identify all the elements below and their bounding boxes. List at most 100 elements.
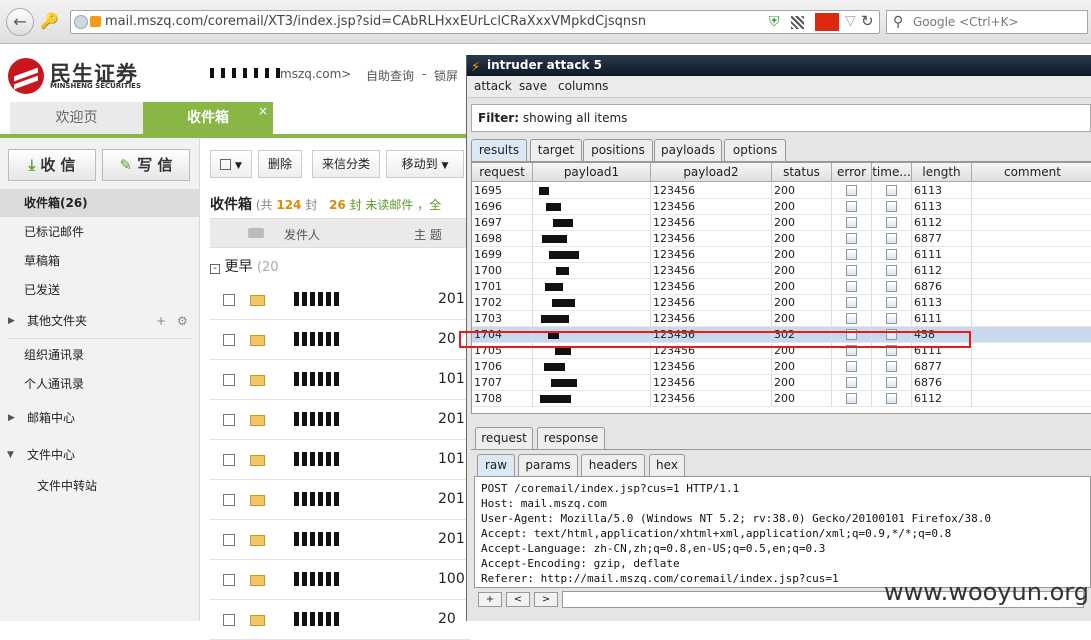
table-row[interactable]: 1707 123456 200 6876 [472,375,1091,391]
tab-hex[interactable]: hex [649,454,685,476]
china-flag-icon[interactable] [815,13,839,31]
table-row[interactable]: 1701 123456 200 6876 [472,279,1091,295]
tab-request[interactable]: request [475,427,533,449]
lock-screen-link[interactable]: 锁屏 [434,67,458,84]
previous-button[interactable]: < [506,592,530,607]
delete-button[interactable]: 删除 [258,150,302,178]
sidebar-item-org-contacts[interactable]: 组织通讯录 [0,341,200,369]
tab-response[interactable]: response [537,427,605,449]
row-checkbox[interactable] [223,374,235,386]
sidebar-item-flagged[interactable]: 已标记邮件 [0,218,200,246]
raw-request-text[interactable]: POST /coremail/index.jsp?cus=1 HTTP/1.1 H… [474,476,1091,588]
next-button[interactable]: > [534,592,558,607]
table-row[interactable]: 1704 123456 302 458 [472,327,1091,343]
sidebar-item-file-center[interactable]: ▼ 文件中心 [0,441,200,469]
tab-welcome[interactable]: 欢迎页 [10,102,143,135]
table-row[interactable]: 1703 123456 200 6111 [472,311,1091,327]
row-checkbox[interactable] [223,534,235,546]
timeout-checkbox [886,217,897,228]
list-item[interactable]: 20 [210,320,470,360]
table-row[interactable]: 1696 123456 200 6113 [472,199,1091,215]
row-checkbox[interactable] [223,334,235,346]
menu-attack[interactable]: attack [474,79,512,93]
tab-payloads[interactable]: payloads [654,139,722,161]
back-button[interactable]: ← [6,8,34,36]
self-service-link[interactable]: 自助查询 [366,67,414,84]
move-to-button[interactable]: 移动到 ▼ [386,150,464,178]
bookmark-star-icon[interactable]: ▽ [845,13,856,29]
table-row[interactable]: 1706 123456 200 6877 [472,359,1091,375]
table-row[interactable]: 1705 123456 200 6111 [472,343,1091,359]
tab-raw[interactable]: raw [477,454,515,476]
menu-columns[interactable]: columns [558,79,608,93]
col-header-payload1[interactable]: payload1 [533,163,651,182]
tab-headers[interactable]: headers [581,454,645,476]
sidebar-item-file-transfer[interactable]: 文件中转站 [0,472,200,500]
table-row[interactable]: 1708 123456 200 6112 [472,391,1091,407]
table-row[interactable]: 1702 123456 200 6113 [472,295,1091,311]
list-item[interactable]: 20 [210,600,470,640]
list-item[interactable]: 201 [210,400,470,440]
tab-target[interactable]: target [530,139,582,161]
tab-positions[interactable]: positions [583,139,653,161]
tab-inbox[interactable]: 收件箱 [143,102,273,135]
select-checkbox[interactable] [220,159,232,170]
list-item[interactable]: 201 [210,480,470,520]
select-all-dropdown[interactable]: ▼ [210,150,252,178]
table-row[interactable]: 1699 123456 200 6111 [472,247,1091,263]
reload-icon[interactable]: ↻ [861,12,874,30]
tab-params[interactable]: params [518,454,578,476]
filter-bar[interactable]: Filter: showing all items [471,104,1091,132]
row-checkbox[interactable] [223,494,235,506]
sidebar-item-sent[interactable]: 已发送 [0,276,200,304]
list-item[interactable]: 100 [210,560,470,600]
compose-button[interactable]: ✎ 写 信 [102,149,190,181]
all-link[interactable]: ，全 [417,198,441,212]
menu-save[interactable]: save [519,79,547,93]
table-row[interactable]: 1698 123456 200 6877 [472,231,1091,247]
add-button[interactable]: + [478,592,502,607]
tab-results[interactable]: results [471,139,527,161]
column-sender[interactable]: 发件人 [284,226,320,243]
sidebar-item-personal-contacts[interactable]: 个人通讯录 [0,370,200,398]
payload-redacted [555,347,571,355]
sidebar-item-inbox[interactable]: 收件箱(26) [0,189,200,217]
chevron-down-icon: ▼ [441,161,449,171]
col-header-error[interactable]: error [832,163,872,182]
sidebar-item-drafts[interactable]: 草稿箱 [0,247,200,275]
table-row[interactable]: 1695 123456 200 6113 [472,183,1091,199]
row-checkbox[interactable] [223,574,235,586]
column-subject[interactable]: 主 题 [414,226,442,243]
group-header[interactable]: - 更早 (20 [210,256,279,276]
cell-status: 200 [772,343,832,359]
list-item[interactable]: 101 [210,360,470,400]
table-row[interactable]: 1700 123456 200 6112 [472,263,1091,279]
list-item[interactable]: 201 [210,520,470,560]
table-row[interactable]: 1697 123456 200 6112 [472,215,1091,231]
row-checkbox[interactable] [223,454,235,466]
gear-icon[interactable]: ⚙ [177,307,188,335]
col-header-status[interactable]: status [772,163,832,182]
tab-options[interactable]: options [724,139,786,161]
col-header-payload2[interactable]: payload2 [651,163,772,182]
col-header-length[interactable]: length [912,163,972,182]
add-folder-icon[interactable]: + [156,307,166,335]
col-header-request[interactable]: request [472,163,533,182]
list-item[interactable]: 101 [210,440,470,480]
close-tab-icon[interactable]: × [258,104,268,118]
row-checkbox[interactable] [223,614,235,626]
list-item[interactable]: 201 [210,280,470,320]
address-bar[interactable]: mail.mszq.com/coremail/XT3/index.jsp?sid… [70,10,880,34]
row-checkbox[interactable] [223,414,235,426]
timeout-checkbox [886,201,897,212]
row-checkbox[interactable] [223,294,235,306]
receive-button[interactable]: ⤓ 收 信 [8,149,96,181]
col-header-timeout[interactable]: time... [872,163,912,182]
col-header-comment[interactable]: comment [972,163,1091,182]
sidebar-item-mail-center[interactable]: ▶ 邮箱中心 [0,404,200,432]
categorize-button[interactable]: 来信分类 [312,150,380,178]
search-box[interactable]: ⚲ Google <Ctrl+K> [886,10,1088,34]
shield-icon[interactable]: ⛨ [769,14,780,30]
qr-code-icon[interactable] [791,16,804,29]
sidebar-item-other-folders[interactable]: ▶ 其他文件夹 + ⚙ [0,307,200,335]
